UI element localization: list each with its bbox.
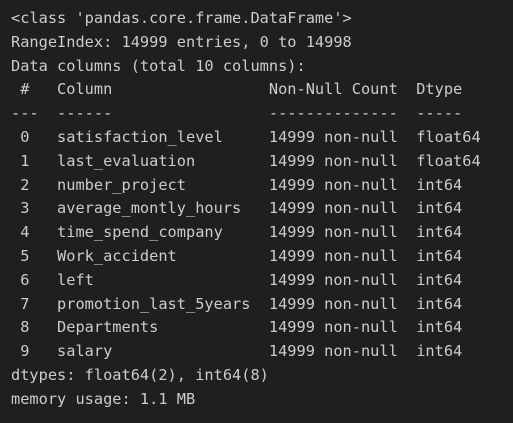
table-separator: --- ------ -------------- -----: [11, 104, 481, 123]
table-row: 1 last_evaluation 14999 non-null float64: [11, 151, 481, 170]
table-row: 5 Work_accident 14999 non-null int64: [11, 246, 481, 265]
memory-usage-line: memory usage: 1.1 MB: [11, 389, 196, 408]
table-row: 3 average_montly_hours 14999 non-null in…: [11, 199, 481, 218]
dtypes-line: dtypes: float64(2), int64(8): [11, 365, 269, 384]
table-row: 7 promotion_last_5years 14999 non-null i…: [11, 294, 481, 313]
dataframe-info-output: <class 'pandas.core.frame.DataFrame'> Ra…: [0, 0, 513, 423]
class-line: <class 'pandas.core.frame.DataFrame'>: [11, 9, 352, 27]
table-row: 9 salary 14999 non-null int64: [11, 342, 481, 361]
data-columns-line: Data columns (total 10 columns):: [11, 56, 306, 75]
table-row: 8 Departments 14999 non-null int64: [11, 318, 481, 337]
table-row: 4 time_spend_company 14999 non-null int6…: [11, 223, 481, 242]
range-index-line: RangeIndex: 14999 entries, 0 to 14998: [11, 32, 352, 51]
table-row: 6 left 14999 non-null int64: [11, 270, 481, 289]
table-row: 2 number_project 14999 non-null int64: [11, 175, 481, 194]
table-header: # Column Non-Null Count Dtype: [11, 80, 481, 99]
table-row: 0 satisfaction_level 14999 non-null floa…: [11, 127, 481, 146]
